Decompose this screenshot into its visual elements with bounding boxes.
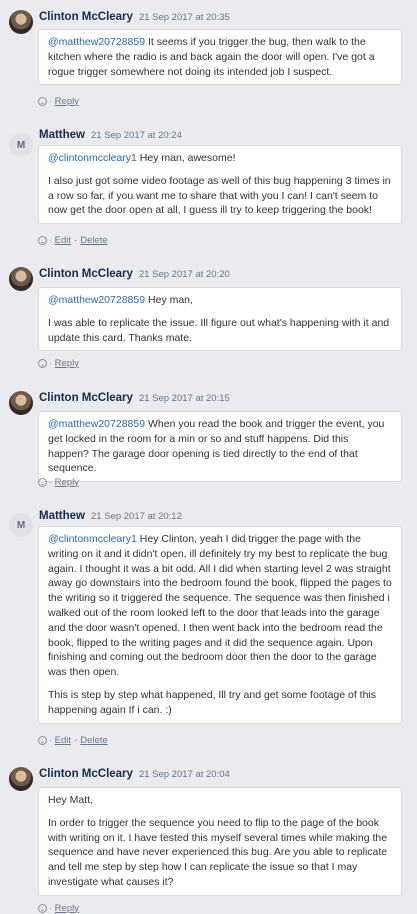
avatar[interactable]: [9, 767, 33, 791]
comment-paragraph: @matthew20728859 When you read the book …: [48, 417, 392, 476]
action-separator: ·: [74, 234, 78, 246]
author-name[interactable]: Clinton McCleary: [39, 392, 133, 404]
mention-link[interactable]: @matthew20728859: [48, 294, 145, 306]
comment-body: @clintonmccleary1 Hey man, awesome! I als…: [38, 145, 402, 225]
comment-header: Clinton McCleary 21 Sep 2017 at 20:04: [39, 768, 230, 782]
author-name[interactable]: Matthew: [39, 129, 85, 141]
avatar[interactable]: M: [9, 513, 33, 537]
comment-paragraph: @clintonmccleary1 Hey Clinton, yeah I di…: [48, 532, 392, 680]
comment-paragraph: I also just got some video footage as we…: [48, 174, 392, 218]
comment-timestamp[interactable]: 21 Sep 2017 at 20:35: [139, 12, 230, 23]
separator-dot: ·: [49, 477, 52, 487]
comment-timestamp[interactable]: 21 Sep 2017 at 20:15: [139, 393, 230, 404]
mention-link[interactable]: @matthew20728859: [48, 36, 145, 48]
comment-text: Hey man,: [145, 294, 193, 306]
add-reaction-icon[interactable]: [38, 96, 47, 106]
avatar-initial: M: [16, 139, 26, 151]
avatar[interactable]: M: [9, 133, 33, 157]
comment-text: Hey Matt,: [48, 794, 93, 806]
edit-link[interactable]: Edit: [55, 735, 71, 746]
comment-text: I was able to replicate the issue. Ill f…: [48, 316, 390, 344]
delete-link[interactable]: Delete: [80, 735, 107, 746]
comment-text: This is step by step what happened, Ill …: [48, 688, 377, 716]
comment-paragraph: This is step by step what happened, Ill …: [48, 688, 392, 718]
comment-header: Clinton McCleary 21 Sep 2017 at 20:20: [39, 268, 230, 282]
author-name[interactable]: Clinton McCleary: [39, 268, 133, 280]
comment-text: Hey Clinton, yeah I did trigger the page…: [48, 533, 392, 679]
add-reaction-icon[interactable]: [38, 903, 47, 913]
comment-body: @clintonmccleary1 Hey Clinton, yeah I di…: [38, 526, 402, 724]
comment-header: Clinton McCleary 21 Sep 2017 at 20:35: [39, 11, 230, 25]
mention-link[interactable]: @matthew20728859: [48, 418, 145, 430]
separator-dot: ·: [49, 735, 52, 745]
comment-paragraph: @matthew20728859 Hey man,: [48, 293, 392, 308]
add-reaction-icon[interactable]: [38, 358, 47, 368]
comment-paragraph: I was able to replicate the issue. Ill f…: [48, 316, 392, 346]
comment-body: Hey Matt, In order to trigger the sequenc…: [38, 787, 402, 896]
comment-actions: · Reply: [38, 95, 79, 107]
mention-link[interactable]: @clintonmccleary1: [48, 152, 137, 164]
comment-text: Hey man, awesome!: [136, 152, 236, 164]
separator-dot: ·: [49, 358, 52, 368]
comment-header: Matthew 21 Sep 2017 at 20:12: [39, 510, 182, 524]
comment-paragraph: Hey Matt,: [48, 793, 392, 808]
add-reaction-icon[interactable]: [38, 477, 47, 487]
reply-link[interactable]: Reply: [55, 96, 79, 107]
comment-paragraph: @matthew20728859 It seems if you trigger…: [48, 35, 392, 79]
add-reaction-icon[interactable]: [38, 235, 47, 245]
add-reaction-icon[interactable]: [38, 735, 47, 745]
comment-actions: · Edit · Delete: [38, 234, 108, 246]
separator-dot: ·: [49, 235, 52, 245]
delete-link[interactable]: Delete: [80, 235, 107, 246]
comment-paragraph: @clintonmccleary1 Hey man, awesome!: [48, 151, 392, 166]
comment-actions: · Edit · Delete: [38, 734, 108, 746]
action-separator: ·: [74, 734, 78, 746]
reply-link[interactable]: Reply: [55, 903, 79, 914]
comment-body: @matthew20728859 When you read the book …: [38, 411, 402, 483]
comment-timestamp[interactable]: 21 Sep 2017 at 20:20: [139, 269, 230, 280]
comment-timestamp[interactable]: 21 Sep 2017 at 20:04: [139, 769, 230, 780]
comment-text: In order to trigger the sequence you nee…: [48, 816, 388, 888]
comment-timestamp[interactable]: 21 Sep 2017 at 20:12: [91, 511, 182, 522]
comment-timestamp[interactable]: 21 Sep 2017 at 20:24: [91, 130, 182, 141]
comment-actions: · Reply: [38, 357, 79, 369]
edit-link[interactable]: Edit: [55, 235, 71, 246]
author-name[interactable]: Matthew: [39, 510, 85, 522]
author-name[interactable]: Clinton McCleary: [39, 768, 133, 780]
comment-header: Clinton McCleary 21 Sep 2017 at 20:15: [39, 392, 230, 406]
avatar[interactable]: [9, 267, 33, 291]
separator-dot: ·: [49, 96, 52, 106]
comment-body: @matthew20728859 It seems if you trigger…: [38, 29, 402, 86]
avatar-initial: M: [16, 519, 26, 531]
separator-dot: ·: [49, 903, 52, 913]
comment-body: @matthew20728859 Hey man, I was able to r…: [38, 287, 402, 352]
avatar[interactable]: [9, 10, 33, 34]
comment-header: Matthew 21 Sep 2017 at 20:24: [39, 129, 182, 143]
mention-link[interactable]: @clintonmccleary1: [48, 533, 137, 545]
avatar[interactable]: [9, 391, 33, 415]
reply-link[interactable]: Reply: [55, 477, 79, 488]
comment-text: I also just got some video footage as we…: [48, 174, 391, 217]
comment-actions: · Reply: [38, 476, 79, 488]
reply-link[interactable]: Reply: [55, 358, 79, 369]
comment-paragraph: In order to trigger the sequence you nee…: [48, 816, 392, 890]
comment-actions: · Reply: [38, 902, 79, 914]
author-name[interactable]: Clinton McCleary: [39, 11, 133, 23]
